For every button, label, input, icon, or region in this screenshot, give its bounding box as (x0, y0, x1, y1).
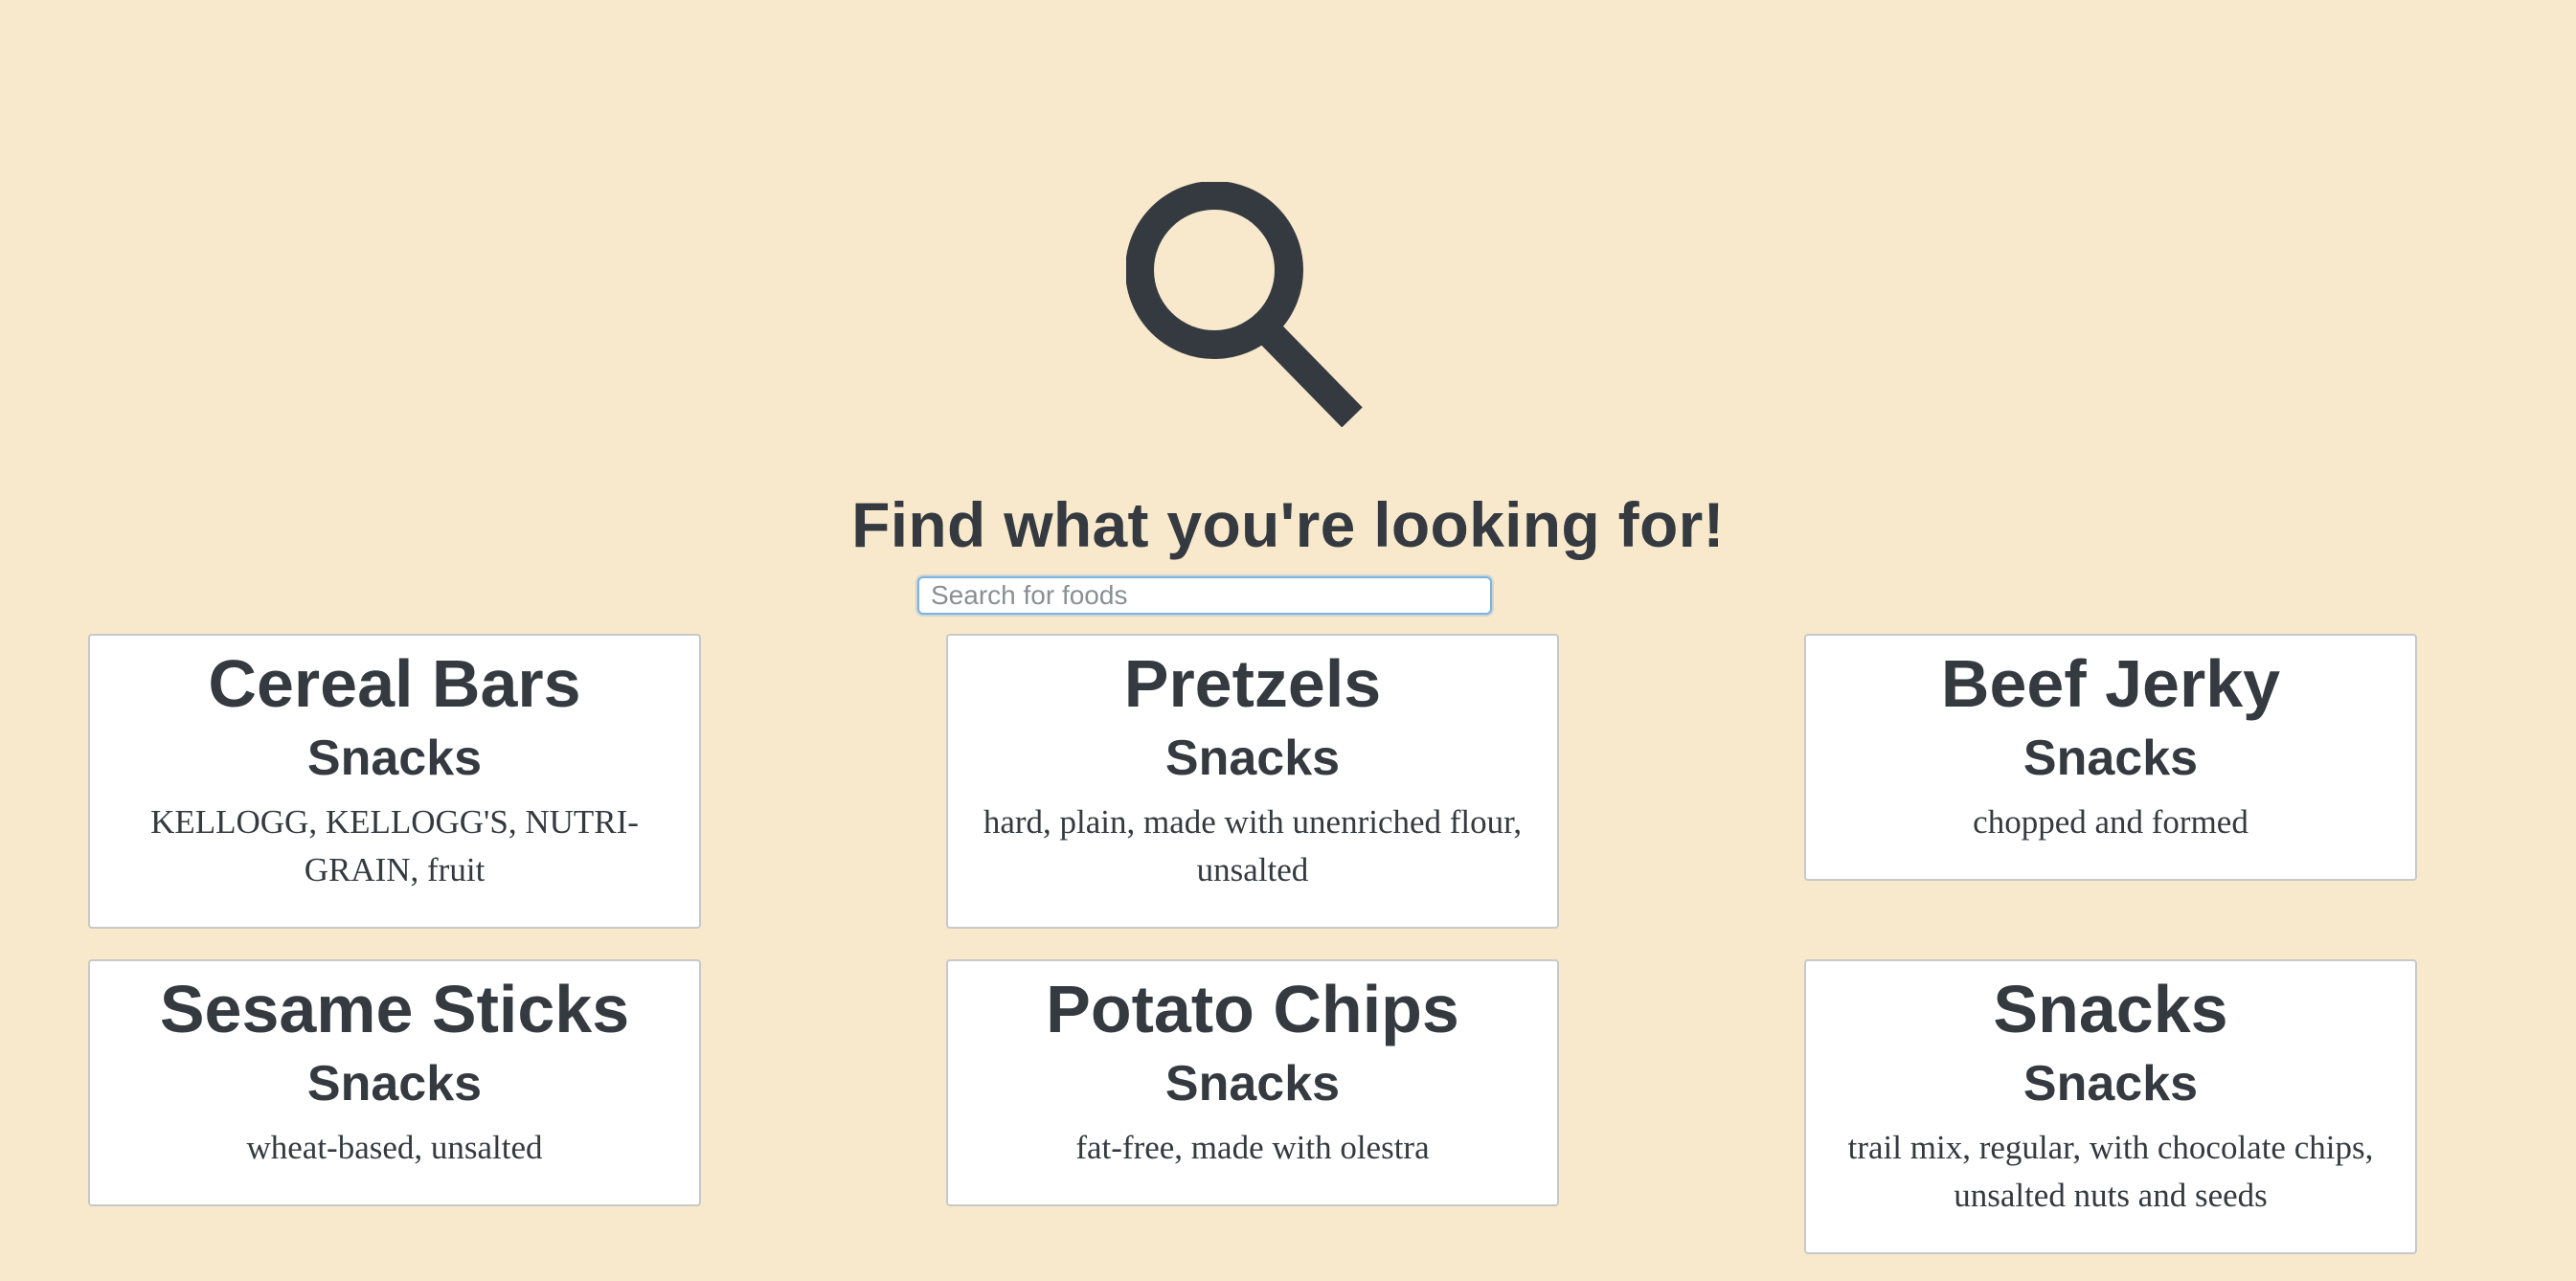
card-title: Sesame Sticks (159, 972, 630, 1046)
card-category: Snacks (1164, 1056, 1341, 1112)
result-card[interactable]: Cereal Bars Snacks KELLOGG, KELLOGG'S, N… (88, 634, 701, 929)
card-category: Snacks (1164, 730, 1341, 786)
result-card[interactable]: Beef Jerky Snacks chopped and formed (1804, 634, 2417, 881)
card-category: Snacks (2022, 730, 2199, 786)
result-card[interactable]: Pretzels Snacks hard, plain, made with u… (946, 634, 1559, 929)
result-card[interactable]: Potato Chips Snacks fat-free, made with … (946, 959, 1559, 1206)
card-description: KELLOGG, KELLOGG'S, NUTRI-GRAIN, fruit (150, 803, 639, 888)
card-category: Snacks (2022, 1056, 2199, 1112)
card-title: Pretzels (1123, 646, 1382, 721)
card-description: wheat-based, unsalted (246, 1129, 543, 1166)
result-card[interactable]: Sesame Sticks Snacks wheat-based, unsalt… (88, 959, 701, 1206)
card-title: Potato Chips (1046, 972, 1459, 1046)
search-input[interactable] (917, 576, 1492, 615)
card-description: hard, plain, made with unenriched flour,… (983, 803, 1523, 888)
card-title: Cereal Bars (208, 646, 581, 721)
page-title: Find what you're looking for! (851, 489, 1725, 560)
card-description: chopped and formed (1973, 803, 2248, 841)
card-title: Snacks (1993, 972, 2228, 1046)
result-card[interactable]: Snacks Snacks trail mix, regular, with c… (1804, 959, 2417, 1254)
card-category: Snacks (306, 1056, 483, 1112)
card-category: Snacks (306, 730, 483, 786)
search-icon (1126, 182, 1371, 427)
card-title: Beef Jerky (1940, 646, 2281, 721)
card-description: fat-free, made with olestra (1075, 1129, 1430, 1166)
card-description: trail mix, regular, with chocolate chips… (1847, 1129, 2374, 1214)
